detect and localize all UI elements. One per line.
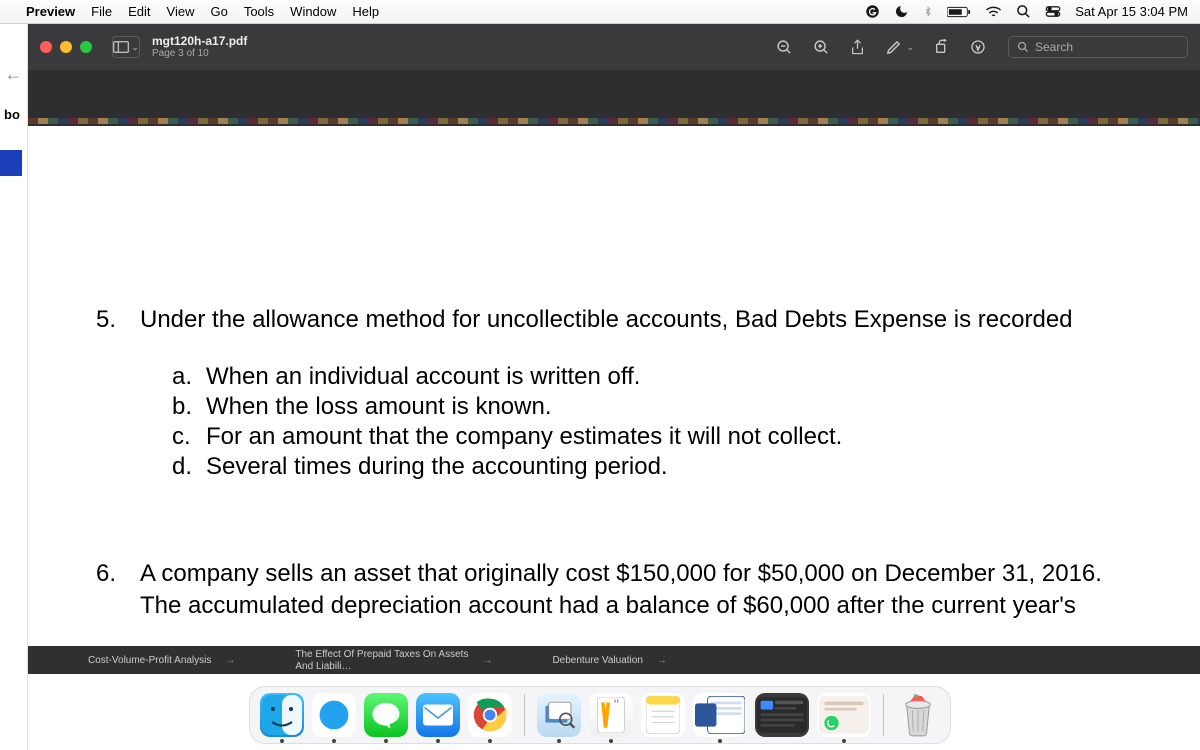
question-5: 5. Under the allowance method for uncoll… (96, 306, 1150, 334)
dock-trash[interactable] (896, 693, 940, 737)
tab-cvp[interactable]: Cost-Volume-Profit Analysis (88, 655, 211, 666)
menubar-clock[interactable]: Sat Apr 15 3:04 PM (1075, 4, 1188, 19)
option-letter: b. (172, 392, 206, 422)
page-top-edge-artifact (28, 118, 1200, 124)
markup-button[interactable]: ⌄ (885, 39, 914, 56)
tab-label: And Liabili… (295, 661, 468, 672)
chevron-down-icon: ⌄ (131, 42, 139, 53)
tab-label: The Effect Of Prepaid Taxes On Assets (295, 649, 468, 660)
option-d: d.Several times during the accounting pe… (172, 452, 1150, 482)
zoom-in-button[interactable] (813, 39, 830, 56)
menu-window[interactable]: Window (290, 4, 336, 19)
truncated-text: bo (0, 107, 27, 122)
svg-text:": " (614, 698, 619, 714)
wifi-icon[interactable] (985, 5, 1002, 18)
dock-finder[interactable] (260, 693, 304, 737)
question-6-line2: The accumulated depreciation account had… (140, 592, 1150, 620)
window-title-group: mgt120h-a17.pdf Page 3 of 10 (152, 34, 247, 60)
menubar: Preview File Edit View Go Tools Window H… (0, 0, 1200, 24)
traffic-lights (40, 41, 92, 53)
preview-window: ⌄ mgt120h-a17.pdf Page 3 of 10 ⌄ (28, 24, 1200, 750)
zoom-out-button[interactable] (776, 39, 793, 56)
document-filename: mgt120h-a17.pdf (152, 34, 247, 48)
option-text: When the loss amount is known. (206, 392, 552, 422)
question-5-options: a.When an individual account is written … (172, 362, 1150, 482)
do-not-disturb-icon[interactable] (894, 4, 909, 19)
minimize-button[interactable] (60, 41, 72, 53)
menu-file[interactable]: File (91, 4, 112, 19)
option-c: c.For an amount that the company estimat… (172, 422, 1150, 452)
sidebar-toggle-button[interactable]: ⌄ (112, 36, 140, 58)
rotate-button[interactable] (934, 39, 950, 55)
option-b: b.When the loss amount is known. (172, 392, 1150, 422)
arrow-icon: → (225, 655, 235, 666)
page-indicator: Page 3 of 10 (152, 48, 247, 60)
question-text: A company sells an asset that originally… (140, 560, 1102, 588)
close-button[interactable] (40, 41, 52, 53)
dock-pages[interactable]: " (589, 693, 633, 737)
dock-separator (524, 694, 525, 736)
question-6: 6. A company sells an asset that origina… (96, 560, 1150, 588)
tab-prepaid[interactable]: The Effect Of Prepaid Taxes On Assets An… (295, 649, 468, 672)
dock: " (249, 686, 951, 744)
control-center-icon[interactable] (1045, 5, 1061, 18)
dock-notes[interactable] (641, 693, 685, 737)
dock-whatsapp[interactable] (817, 693, 871, 737)
bluetooth-icon[interactable] (923, 4, 933, 19)
dock-chrome[interactable] (468, 693, 512, 737)
share-button[interactable] (850, 39, 865, 56)
background-tab-strip: Cost-Volume-Profit Analysis → The Effect… (28, 646, 1200, 674)
menu-tools[interactable]: Tools (244, 4, 274, 19)
dock-separator (883, 694, 884, 736)
background-window-edge: ← bo (0, 24, 28, 750)
option-letter: a. (172, 362, 206, 392)
menu-edit[interactable]: Edit (128, 4, 150, 19)
chevron-down-icon: ⌄ (906, 42, 914, 53)
menu-view[interactable]: View (167, 4, 195, 19)
background-blue-tab (0, 150, 22, 176)
back-arrow-icon[interactable]: ← (0, 64, 27, 85)
option-letter: d. (172, 452, 206, 482)
menu-app[interactable]: Preview (26, 4, 75, 19)
option-a: a.When an individual account is written … (172, 362, 1150, 392)
question-number: 5. (96, 306, 140, 334)
arrow-icon: → (482, 655, 492, 666)
tab-debenture[interactable]: Debenture Valuation (552, 655, 642, 666)
dock-system-settings[interactable] (755, 693, 809, 737)
option-text: For an amount that the company estimates… (206, 422, 842, 452)
option-letter: c. (172, 422, 206, 452)
search-placeholder: Search (1035, 40, 1073, 54)
fullscreen-button[interactable] (80, 41, 92, 53)
grammarly-icon[interactable] (865, 4, 880, 19)
dock-word[interactable] (693, 693, 747, 737)
option-text: Several times during the accounting peri… (206, 452, 668, 482)
dock-preview[interactable] (537, 693, 581, 737)
option-text: When an individual account is written of… (206, 362, 640, 392)
spotlight-icon[interactable] (1016, 4, 1031, 19)
question-text: Under the allowance method for uncollect… (140, 306, 1073, 334)
battery-icon[interactable] (947, 6, 971, 18)
question-number: 6. (96, 560, 140, 588)
menu-go[interactable]: Go (210, 4, 227, 19)
highlight-button[interactable] (970, 39, 986, 55)
arrow-icon: → (657, 655, 667, 666)
menu-help[interactable]: Help (352, 4, 379, 19)
dock-safari[interactable] (312, 693, 356, 737)
search-field[interactable]: Search (1008, 36, 1188, 58)
dock-messages[interactable] (364, 693, 408, 737)
dock-mail[interactable] (416, 693, 460, 737)
window-toolbar: ⌄ mgt120h-a17.pdf Page 3 of 10 ⌄ (28, 24, 1200, 70)
